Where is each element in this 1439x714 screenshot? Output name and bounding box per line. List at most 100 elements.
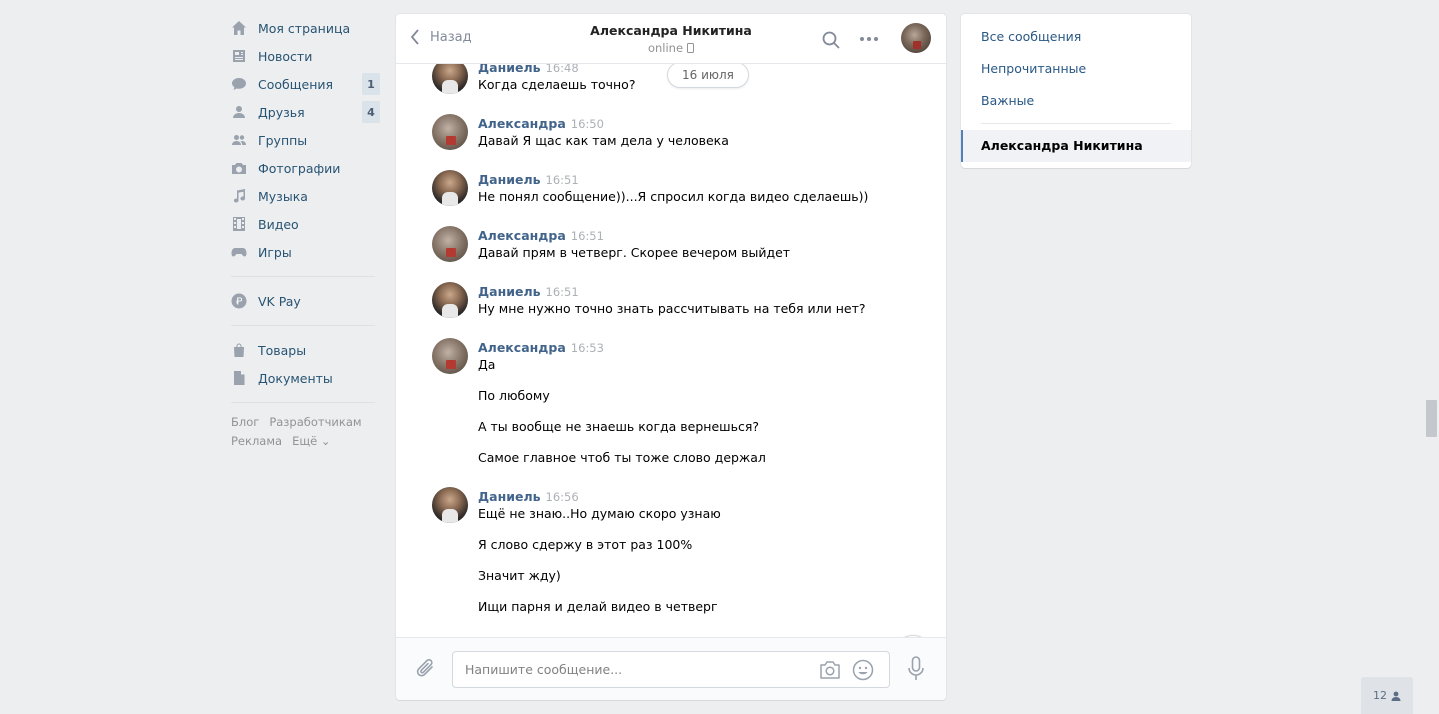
sidebar-item-label: Сообщения: [258, 76, 334, 92]
microphone-icon[interactable]: [906, 656, 926, 682]
more-options-icon[interactable]: [858, 30, 880, 48]
message-time[interactable]: 16:51: [571, 229, 604, 243]
sidebar-item-photos[interactable]: Фотографии: [225, 154, 385, 182]
message-text: Самое главное чтоб ты тоже слово держал: [478, 450, 766, 465]
sidebar-item-my-page[interactable]: Моя страница: [225, 14, 385, 42]
avatar[interactable]: [432, 114, 468, 150]
sidebar-item-documents[interactable]: Документы: [225, 364, 385, 392]
avatar[interactable]: [432, 170, 468, 206]
message-input-box: [452, 651, 890, 688]
message-author[interactable]: Александра 16:51: [478, 228, 604, 243]
author-name: Даниель: [478, 284, 541, 299]
online-people-button[interactable]: 12: [1361, 677, 1413, 714]
message-author[interactable]: Александра 16:53: [478, 340, 604, 355]
chevron-down-icon: ⌄: [320, 434, 331, 448]
avatar[interactable]: [432, 487, 468, 523]
message-text: Давай Я щас как там дела у человека: [478, 133, 729, 148]
friends-icon: [231, 104, 247, 120]
sidebar-item-groups[interactable]: Группы: [225, 126, 385, 154]
sidebar-item-label: Фотографии: [258, 160, 341, 176]
author-name: Александра: [478, 340, 566, 355]
sidebar-item-label: Новости: [258, 48, 313, 64]
nav-divider: [231, 276, 375, 277]
filter-important[interactable]: Важные: [981, 93, 1034, 108]
groups-icon: [231, 132, 247, 148]
news-icon: [231, 48, 247, 64]
sidebar-item-goods[interactable]: Товары: [225, 336, 385, 364]
camera-icon: [231, 160, 247, 176]
search-icon[interactable]: [822, 31, 840, 49]
video-icon: [231, 216, 247, 232]
message-author[interactable]: Даниель 16:48: [478, 64, 579, 75]
message-text: Не понял сообщение))...Я спросил когда в…: [478, 189, 869, 204]
sidebar-item-label: Музыка: [258, 188, 308, 204]
active-dialog-item[interactable]: Александра Никитина: [961, 130, 1191, 162]
unread-count-badge: 1: [362, 73, 380, 95]
avatar[interactable]: [432, 282, 468, 318]
message-text: Когда сделаешь точно?: [478, 77, 636, 92]
message-time[interactable]: 16:53: [571, 341, 604, 355]
sidebar-item-games[interactable]: Игры: [225, 238, 385, 266]
author-name: Даниель: [478, 64, 541, 75]
sidebar-item-label: Друзья: [258, 104, 305, 120]
message-time[interactable]: 16:48: [546, 64, 579, 75]
filter-unread[interactable]: Непрочитанные: [981, 61, 1086, 76]
message-text: Я слово сдержу в этот раз 100%: [478, 537, 693, 552]
back-label: Назад: [430, 29, 472, 45]
message-time[interactable]: 16:51: [546, 285, 579, 299]
sidebar-item-friends[interactable]: Друзья 4: [225, 98, 385, 126]
message-text: Значит жду): [478, 568, 561, 583]
message-author[interactable]: Даниель 16:51: [478, 172, 579, 187]
sidebar-item-news[interactable]: Новости: [225, 42, 385, 70]
avatar[interactable]: [432, 226, 468, 262]
person-icon: [1391, 691, 1401, 701]
message-time[interactable]: 16:51: [546, 173, 579, 187]
message-time[interactable]: 16:50: [571, 117, 604, 131]
bag-icon: [231, 342, 247, 358]
footer-link-more[interactable]: Ещё ⌄: [292, 432, 330, 451]
message-time[interactable]: 16:56: [546, 490, 579, 504]
emoji-icon[interactable]: [852, 659, 874, 681]
sidebar-item-label: Документы: [258, 370, 333, 386]
message-author[interactable]: Даниель 16:51: [478, 284, 579, 299]
footer-link-ads[interactable]: Реклама: [231, 432, 282, 451]
footer-link-blog[interactable]: Блог: [231, 413, 259, 432]
chat-panel: Назад Александра Никитина online Даниель…: [396, 14, 946, 700]
document-icon: [231, 370, 247, 386]
paperclip-icon[interactable]: [415, 657, 437, 681]
sidebar-item-video[interactable]: Видео: [225, 210, 385, 238]
message-text: Ну мне нужно точно знать рассчитывать на…: [478, 301, 866, 316]
message-composer: [396, 637, 946, 700]
panel-divider: [981, 123, 1171, 124]
chat-partner-avatar[interactable]: [901, 23, 931, 53]
back-button[interactable]: Назад: [410, 29, 472, 45]
people-count: 12: [1373, 689, 1387, 702]
message-text: По любому: [478, 388, 550, 403]
filter-all-messages[interactable]: Все сообщения: [981, 29, 1081, 44]
author-name: Даниель: [478, 172, 541, 187]
message-history[interactable]: Даниель 16:48 Когда сделаешь точно? 16 ию…: [396, 64, 946, 637]
sidebar-item-label: Моя страница: [258, 20, 351, 36]
sidebar-item-label: Товары: [258, 342, 307, 358]
sidebar-item-vk-pay[interactable]: VK Pay: [225, 287, 385, 315]
date-divider: 16 июля: [667, 64, 749, 88]
message-text: А ты вообще не знаешь когда вернешься?: [478, 419, 759, 434]
home-icon: [231, 20, 247, 36]
author-name: Александра: [478, 228, 566, 243]
nav-divider: [231, 402, 375, 403]
sidebar-item-label: Игры: [258, 244, 292, 260]
page-scrollbar[interactable]: [1426, 400, 1437, 437]
chat-header: Назад Александра Никитина online: [396, 14, 946, 64]
avatar[interactable]: [432, 338, 468, 374]
camera-icon[interactable]: [819, 660, 841, 680]
author-name: Александра: [478, 116, 566, 131]
message-input[interactable]: [465, 652, 795, 687]
sidebar-item-music[interactable]: Музыка: [225, 182, 385, 210]
message-author[interactable]: Александра 16:50: [478, 116, 604, 131]
footer-link-developers[interactable]: Разработчикам: [269, 413, 361, 432]
message-text: Ищи парня и делай видео в четверг: [478, 599, 718, 614]
sidebar-item-messages[interactable]: Сообщения 1: [225, 70, 385, 98]
chevron-left-icon: [410, 29, 419, 45]
message-author[interactable]: Даниель 16:56: [478, 489, 579, 504]
avatar[interactable]: [432, 64, 468, 94]
